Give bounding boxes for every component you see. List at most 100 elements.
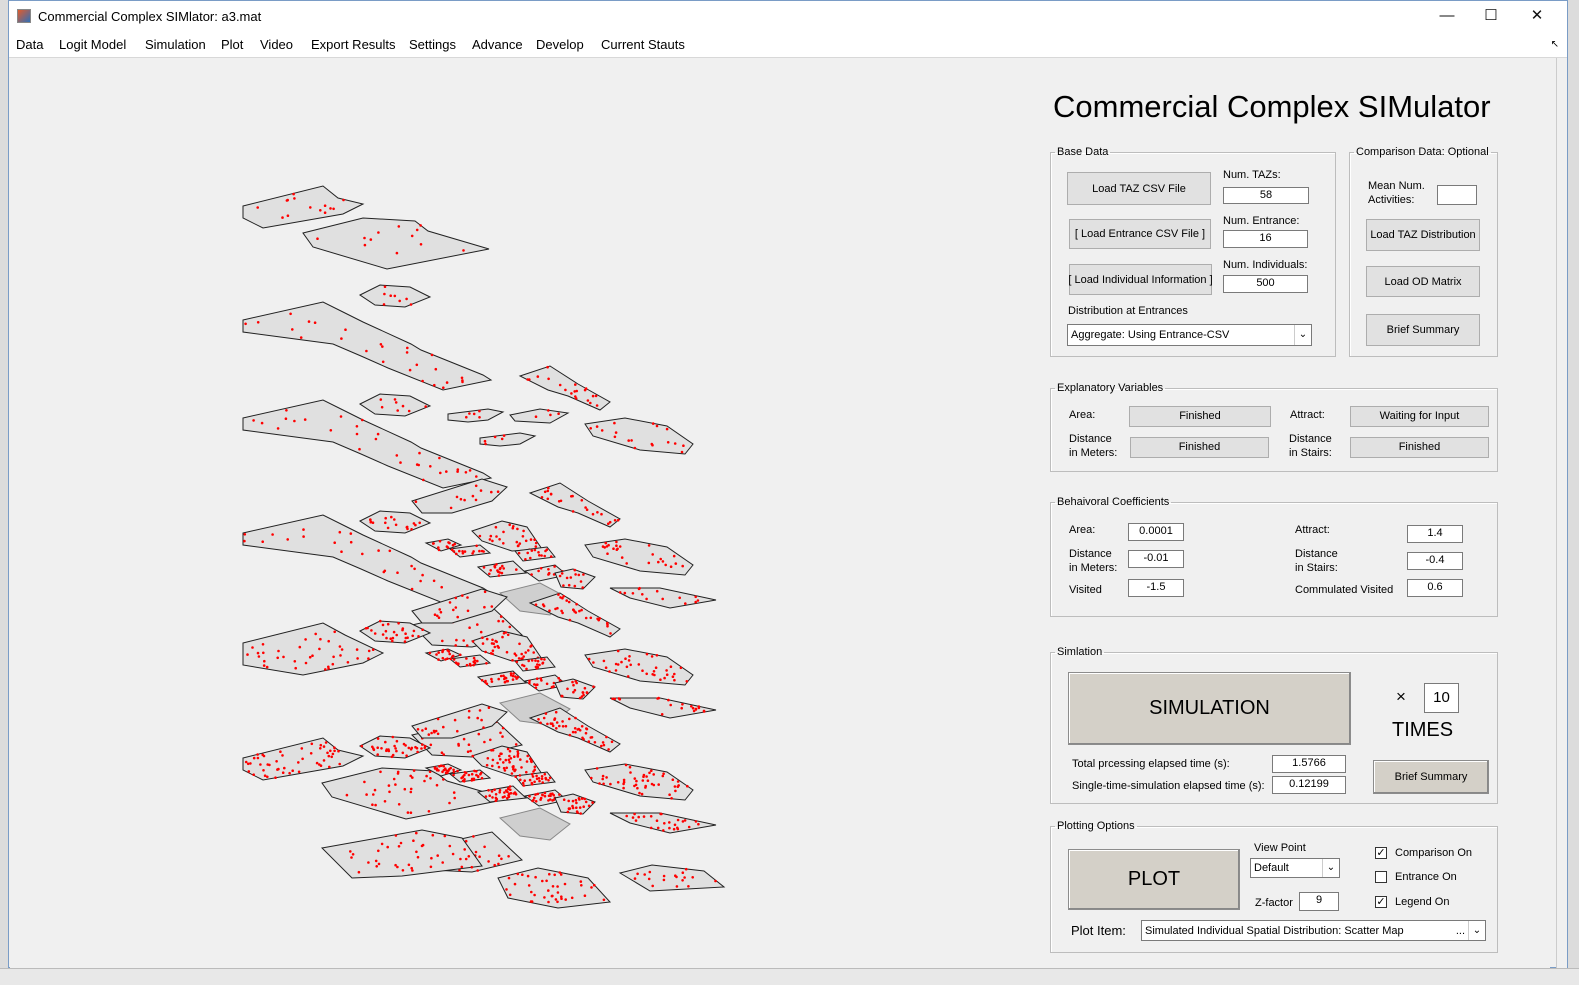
scatter-point <box>386 622 390 626</box>
scatter-point <box>319 747 322 750</box>
comparison-on-checkbox[interactable]: ✓ <box>1375 847 1387 859</box>
scatter-point <box>583 797 587 801</box>
vertical-scrollbar[interactable] <box>1556 58 1567 968</box>
load-taz-distribution-button[interactable]: Load TAZ Distribution <box>1366 219 1480 251</box>
scatter-point <box>474 850 478 854</box>
bc-distance-meters-field[interactable]: -0.01 <box>1128 550 1184 568</box>
scatter-point <box>338 645 342 648</box>
num-individuals-field[interactable]: 500 <box>1223 275 1308 293</box>
scatter-point <box>642 815 646 818</box>
menu-video[interactable]: Video <box>260 37 293 52</box>
load-taz-csv-button[interactable]: Load TAZ CSV File <box>1067 172 1211 205</box>
entrance-on-checkbox[interactable] <box>1375 871 1387 883</box>
scatter-point <box>645 775 648 778</box>
scatter-point <box>579 880 583 883</box>
scatter-point <box>595 425 599 428</box>
bc-visited-field[interactable]: -1.5 <box>1128 579 1184 597</box>
matlab-icon <box>17 9 31 23</box>
scatter-point <box>641 779 645 782</box>
scatter-point <box>512 767 515 771</box>
scatter-point <box>561 611 564 615</box>
menu-data[interactable]: Data <box>16 37 43 52</box>
scatter-point <box>568 717 571 721</box>
scatter-point <box>540 657 543 661</box>
menu-simulation[interactable]: Simulation <box>145 37 206 52</box>
scatter-point <box>540 554 543 557</box>
scatter-point <box>409 811 413 814</box>
undock-icon[interactable]: ↖ <box>1551 39 1559 50</box>
scatter-point <box>694 820 698 823</box>
scatter-point <box>490 677 493 681</box>
bc-attract-field[interactable]: 1.4 <box>1407 525 1463 543</box>
menu-current-status[interactable]: Current Stauts <box>601 37 685 52</box>
single-time-label: Single-time-simulation elapsed time (s): <box>1072 780 1265 792</box>
chevron-down-icon: ⌄ <box>1322 859 1339 877</box>
bc-area-field[interactable]: 0.0001 <box>1128 523 1184 541</box>
scatter-point <box>421 729 424 732</box>
scatter-point <box>252 756 256 760</box>
bc-distance-stairs-field[interactable]: -0.4 <box>1407 552 1463 570</box>
scatter-point <box>530 659 534 662</box>
scatter-point <box>406 811 410 814</box>
load-individual-info-button[interactable]: [ Load Individual Information ] <box>1068 264 1213 295</box>
simulation-brief-summary-button[interactable]: Brief Summary <box>1373 760 1489 794</box>
ev-distance-meters-status: Finished <box>1130 437 1269 458</box>
maximize-icon[interactable]: ☐ <box>1471 5 1511 27</box>
menu-plot[interactable]: Plot <box>221 37 243 52</box>
scatter-point <box>372 747 375 750</box>
menu-develop[interactable]: Develop <box>536 37 584 52</box>
scatter-point <box>536 659 540 663</box>
scatter-point <box>487 706 491 709</box>
scatter-point <box>527 649 530 652</box>
scatter-point <box>379 343 383 346</box>
load-entrance-csv-button[interactable]: [ Load Entrance CSV File ] <box>1069 219 1211 249</box>
distribution-select[interactable]: Aggregate: Using Entrance-CSV ⌄ <box>1067 324 1312 346</box>
legend-on-checkbox[interactable]: ✓ <box>1375 896 1387 908</box>
mean-activities-field[interactable] <box>1437 185 1477 205</box>
scatter-point <box>383 569 387 573</box>
scatter-point <box>424 727 428 730</box>
z-factor-field[interactable]: 9 <box>1299 892 1339 911</box>
close-icon[interactable]: ✕ <box>1517 5 1557 27</box>
comparison-brief-summary-button[interactable]: Brief Summary <box>1366 314 1480 346</box>
menu-export-results[interactable]: Export Results <box>311 37 396 52</box>
scatter-point <box>476 869 480 872</box>
plot-button[interactable]: PLOT <box>1068 849 1240 910</box>
floor6-zone-shadow <box>498 807 571 841</box>
num-entrance-field[interactable]: 16 <box>1223 230 1308 248</box>
menu-advance[interactable]: Advance <box>472 37 523 52</box>
scatter-point <box>469 749 472 753</box>
scatter-point <box>244 322 247 326</box>
scatter-point <box>503 795 506 798</box>
simulation-times-field[interactable]: 10 <box>1424 683 1459 713</box>
menu-logit-model[interactable]: Logit Model <box>59 37 126 52</box>
menu-settings[interactable]: Settings <box>409 37 456 52</box>
scatter-point <box>276 427 280 430</box>
scatter-point <box>612 547 615 550</box>
scatter-point <box>694 708 698 711</box>
scatter-point <box>490 790 494 793</box>
scatter-map-plot[interactable] <box>10 58 770 958</box>
scatter-point <box>683 876 686 879</box>
scatter-point <box>541 781 544 784</box>
num-individuals-label: Num. Individuals: <box>1223 259 1308 271</box>
load-od-matrix-button[interactable]: Load OD Matrix <box>1366 266 1480 297</box>
minimize-icon[interactable]: — <box>1427 5 1467 27</box>
scatter-point <box>410 587 414 591</box>
scatter-point <box>530 890 533 894</box>
plot-item-select[interactable]: Simulated Individual Spatial Distributio… <box>1141 920 1486 941</box>
scatter-point <box>470 865 474 869</box>
view-point-label: View Point <box>1254 842 1306 854</box>
view-point-select[interactable]: Default ⌄ <box>1250 858 1340 878</box>
scatter-point <box>442 764 446 768</box>
scatter-point <box>421 743 424 746</box>
scatter-point <box>318 647 321 651</box>
scatter-point <box>528 778 532 782</box>
simulation-button[interactable]: SIMULATION <box>1068 672 1351 745</box>
num-tazs-field[interactable]: 58 <box>1223 187 1309 204</box>
scatter-point <box>594 394 598 398</box>
scatter-point <box>533 765 537 769</box>
scatter-point <box>674 789 677 793</box>
bc-commulated-visited-field[interactable]: 0.6 <box>1407 579 1463 597</box>
scatter-point <box>683 819 687 822</box>
